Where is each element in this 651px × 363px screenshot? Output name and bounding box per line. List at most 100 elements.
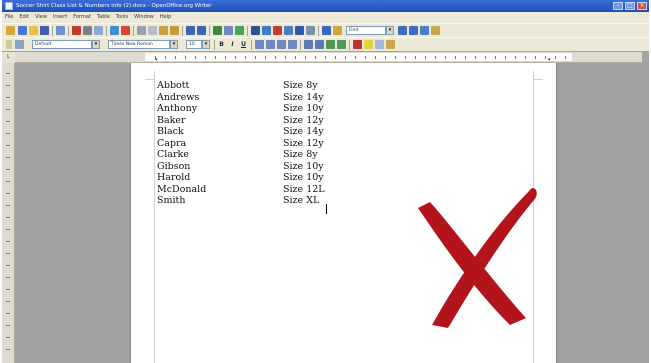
- find-next-icon[interactable]: [398, 26, 407, 35]
- new-document-icon[interactable]: [18, 26, 27, 35]
- copy-icon[interactable]: [148, 26, 157, 35]
- list-item-name: Andrews: [157, 91, 200, 103]
- paste-icon[interactable]: [159, 26, 168, 35]
- list-item-size: Size 12y: [283, 114, 324, 126]
- paragraph-style-select[interactable]: Default: [32, 40, 92, 49]
- justify-icon[interactable]: [288, 40, 297, 49]
- find-options-icon[interactable]: [420, 26, 429, 35]
- list-item-size: Size 8y: [283, 149, 318, 160]
- help-icon[interactable]: [322, 26, 331, 35]
- align-left-icon[interactable]: [255, 40, 264, 49]
- open-icon[interactable]: [29, 26, 38, 35]
- export-pdf-icon[interactable]: [72, 26, 81, 35]
- list-item-size: Size XL: [283, 195, 320, 206]
- menu-tools[interactable]: Tools: [113, 12, 131, 23]
- text-cursor: [326, 204, 327, 214]
- list-item-name: Capra: [157, 137, 187, 149]
- page-preview-icon[interactable]: [94, 26, 103, 35]
- table-icon[interactable]: [224, 26, 233, 35]
- red-x-mark-icon: [418, 188, 537, 328]
- tab-stop-selector[interactable]: L: [2, 52, 15, 63]
- align-center-icon[interactable]: [266, 40, 275, 49]
- find-input[interactable]: Find: [346, 26, 386, 35]
- list-item-name: Gibson: [157, 160, 191, 172]
- title-bar: Soccer Shirt Class List & Numbers info (…: [2, 0, 649, 12]
- bullets-icon[interactable]: [315, 40, 324, 49]
- menu-format[interactable]: Format: [70, 12, 94, 23]
- autospellcheck-icon[interactable]: [121, 26, 130, 35]
- find-dropdown-arrow[interactable]: ▾: [386, 26, 394, 35]
- list-item-name: Baker: [157, 114, 186, 126]
- data-sources-icon[interactable]: [284, 26, 293, 35]
- list-item-size: Size 14y: [283, 126, 324, 137]
- list-item-size: Size 10y: [283, 172, 324, 183]
- gallery-icon[interactable]: [273, 26, 282, 35]
- font-name-dropdown-arrow[interactable]: ▾: [170, 40, 178, 49]
- font-size-select[interactable]: 10: [186, 40, 202, 49]
- toolbar-options-icon[interactable]: [431, 26, 440, 35]
- list-item-size: Size 10y: [283, 160, 324, 172]
- hyperlink-icon[interactable]: [213, 26, 222, 35]
- bold-button[interactable]: B: [217, 40, 226, 49]
- list-item-size: Size 14y: [283, 91, 324, 103]
- email-icon[interactable]: [56, 26, 65, 35]
- list-item-name: Clarke: [157, 149, 189, 160]
- whats-this-icon[interactable]: [333, 26, 342, 35]
- increase-indent-icon[interactable]: [337, 40, 346, 49]
- font-name-select[interactable]: Times New Roman: [108, 40, 170, 49]
- navigator-icon[interactable]: [262, 26, 271, 35]
- list-item-name: Anthony: [157, 103, 198, 114]
- maximize-button[interactable]: □: [625, 2, 635, 10]
- nonprinting-characters-icon[interactable]: [295, 26, 304, 35]
- close-button[interactable]: ×: [637, 2, 647, 10]
- show-draw-functions-icon[interactable]: [235, 26, 244, 35]
- toolbar-handle-icon: [6, 40, 12, 49]
- list-item-size: Size 8y: [283, 80, 318, 91]
- list-item-name: Harold: [157, 172, 191, 183]
- list-item-name: McDonald: [157, 183, 207, 195]
- list-item-size: Size 10y: [283, 103, 324, 114]
- menu-file[interactable]: File: [2, 12, 16, 23]
- italic-button[interactable]: I: [228, 40, 237, 49]
- size-column: Size 8y Size 14y Size 10y Size 12y Size …: [283, 80, 325, 207]
- spellcheck-icon[interactable]: [110, 26, 119, 35]
- menu-view[interactable]: View: [32, 12, 50, 23]
- standard-toolbar: Find ▾: [2, 23, 649, 37]
- background-color-icon[interactable]: [375, 40, 384, 49]
- name-column: Abbott Andrews Anthony Baker Black Capra…: [157, 80, 206, 207]
- toolbar-menu-icon[interactable]: [6, 26, 15, 35]
- font-color-icon[interactable]: [353, 40, 362, 49]
- list-item-name: Black: [157, 126, 184, 137]
- redo-icon[interactable]: [197, 26, 206, 35]
- save-icon[interactable]: [40, 26, 49, 35]
- print-icon[interactable]: [83, 26, 92, 35]
- horizontal-ruler[interactable]: ▾ ▾: [15, 52, 642, 63]
- list-item-name: Abbott: [157, 80, 190, 91]
- list-item-name: Smith: [157, 195, 186, 206]
- formatting-options-icon[interactable]: [386, 40, 395, 49]
- menu-insert[interactable]: Insert: [50, 12, 70, 23]
- cut-icon[interactable]: [137, 26, 146, 35]
- menu-help[interactable]: Help: [157, 12, 174, 23]
- formatting-toolbar: Default ▾ Times New Roman ▾ 10 ▾ B I U: [2, 37, 649, 51]
- find-previous-icon[interactable]: [409, 26, 418, 35]
- menu-window[interactable]: Window: [131, 12, 157, 23]
- zoom-icon[interactable]: [306, 26, 315, 35]
- format-paintbrush-icon[interactable]: [170, 26, 179, 35]
- find-replace-icon[interactable]: [251, 26, 260, 35]
- align-right-icon[interactable]: [277, 40, 286, 49]
- decrease-indent-icon[interactable]: [326, 40, 335, 49]
- numbering-icon[interactable]: [304, 40, 313, 49]
- minimize-button[interactable]: –: [613, 2, 623, 10]
- menu-bar: File Edit View Insert Format Table Tools Window…: [2, 12, 649, 23]
- menu-edit[interactable]: Edit: [16, 12, 32, 23]
- paragraph-style-dropdown-arrow[interactable]: ▾: [92, 40, 100, 49]
- menu-table[interactable]: Table: [94, 12, 113, 23]
- highlighting-icon[interactable]: [364, 40, 373, 49]
- underline-button[interactable]: U: [239, 40, 248, 49]
- vertical-ruler[interactable]: [2, 63, 15, 363]
- font-size-dropdown-arrow[interactable]: ▾: [202, 40, 210, 49]
- styles-formatting-icon[interactable]: [15, 40, 24, 49]
- undo-icon[interactable]: [186, 26, 195, 35]
- window-title: Soccer Shirt Class List & Numbers info (…: [16, 3, 212, 9]
